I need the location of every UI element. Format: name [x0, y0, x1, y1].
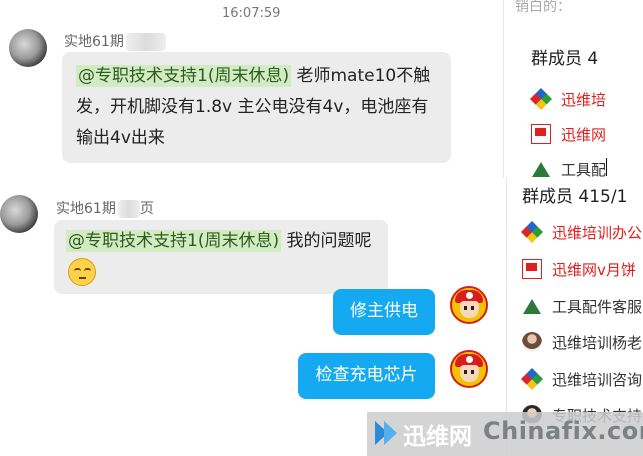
- red-flag-icon: [531, 124, 551, 144]
- member-name: 迅维培训杨老: [552, 334, 643, 352]
- my-avatar[interactable]: [450, 286, 488, 324]
- message-bubble[interactable]: @专职技术支持1(周末休息) 我的问题呢: [54, 220, 388, 294]
- sender-avatar[interactable]: [9, 29, 47, 67]
- colorful-house-icon: [520, 367, 544, 391]
- members-count-title: 群成员 4: [531, 49, 599, 69]
- message-text: 我的问题呢: [281, 231, 372, 251]
- blurred-name-fragment: [117, 200, 140, 218]
- message-text-line1: 老师mate10不触: [291, 66, 431, 86]
- member-name: 迅维培训咨询: [552, 371, 643, 389]
- member-name: 迅维网: [561, 126, 607, 144]
- sidebar-divider: [503, 0, 504, 178]
- sender-name-text: 实地61期: [56, 201, 116, 217]
- colorful-house-icon: [520, 220, 544, 244]
- watermark-site-text: Chinafix.com: [483, 417, 643, 445]
- member-name: 迅维网v月饼: [552, 261, 636, 279]
- smirk-emoji-icon: [68, 258, 96, 286]
- red-flag-icon: [522, 259, 542, 279]
- site-watermark: 迅维网 Chinafix.com: [367, 412, 643, 456]
- message-timestamp: 16:07:59: [222, 6, 281, 21]
- members-count-title: 群成员 415/1: [522, 187, 628, 207]
- watermark-chinese-text: 迅维网: [403, 424, 472, 450]
- sender-name-suffix: 页: [139, 201, 154, 217]
- member-name: 工具配: [561, 161, 607, 178]
- mention-tag[interactable]: @专职技术支持1(周末休息): [66, 230, 282, 252]
- my-avatar[interactable]: [450, 350, 488, 388]
- message-bubble[interactable]: @专职技术支持1(周末休息) 老师mate10不触 发，开机脚没有1.8v 主公…: [62, 52, 451, 163]
- sender-name: 实地61期 页: [56, 198, 154, 218]
- mountain-icon: [522, 296, 542, 316]
- reply-text: 检查充电芯片: [315, 365, 418, 385]
- message-text-line3: 输出4v出来: [76, 128, 165, 148]
- mountain-icon: [531, 159, 551, 178]
- chat-window-top: 16:07:59 实地61期 @专职技术支持1(周末休息) 老师mate10不触…: [0, 0, 643, 178]
- sender-name-text: 实地61期: [64, 34, 124, 50]
- sender-name: 实地61期: [64, 31, 166, 51]
- blurred-name-fragment: [125, 33, 166, 51]
- mention-tag[interactable]: @专职技术支持1(周末休息): [76, 65, 292, 87]
- chinafix-logo-icon: [375, 421, 399, 445]
- member-name: 工具配件客服: [552, 298, 643, 316]
- text-cursor: [606, 158, 607, 176]
- reply-bubble[interactable]: 修主供电: [333, 289, 435, 335]
- person-avatar-icon: [522, 332, 542, 352]
- reply-bubble[interactable]: 检查充电芯片: [298, 353, 435, 399]
- message-text-line2: 发，开机脚没有1.8v 主公电没有4v，电池座有: [76, 97, 429, 117]
- member-name: 迅维培训办公: [552, 224, 643, 242]
- member-name: 迅维培: [561, 91, 607, 109]
- member-search-hint[interactable]: 销白的：: [515, 0, 571, 16]
- colorful-house-icon: [529, 87, 553, 111]
- sender-avatar[interactable]: [0, 195, 38, 233]
- reply-text: 修主供电: [350, 301, 418, 321]
